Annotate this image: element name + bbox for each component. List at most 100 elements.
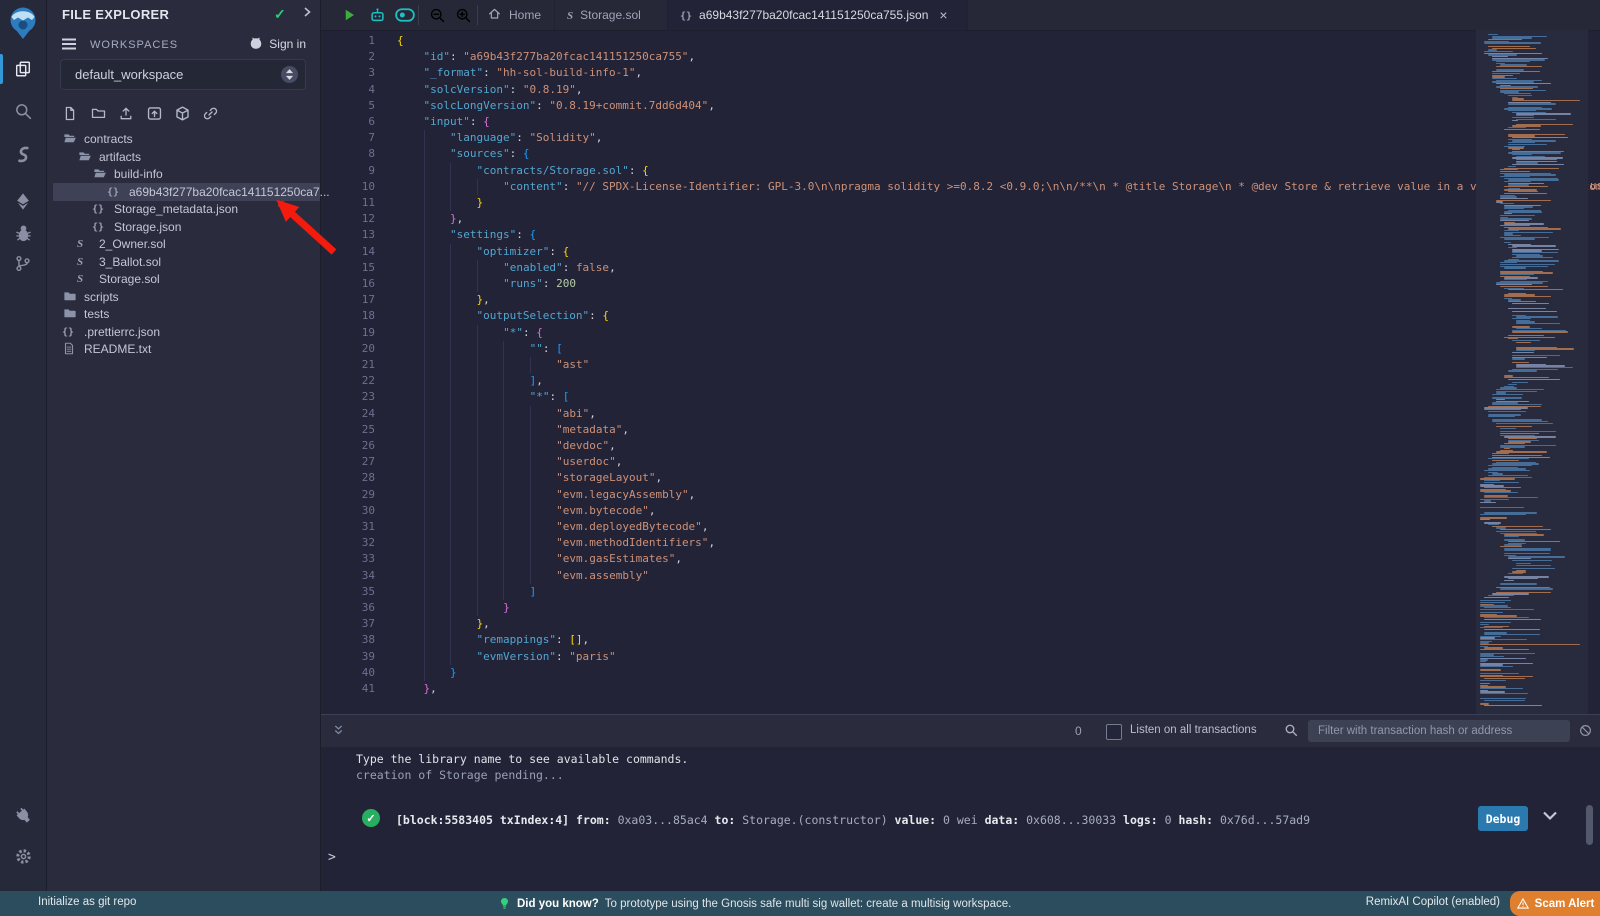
search-icon[interactable] bbox=[0, 94, 46, 128]
code-line[interactable]: "evm.legacyAssembly", bbox=[397, 487, 1597, 503]
tree-item[interactable]: build-info bbox=[46, 165, 320, 183]
code-line[interactable]: "sources": { bbox=[397, 146, 1597, 162]
tx-expand-chevron-icon[interactable] bbox=[1542, 810, 1558, 824]
code-line[interactable]: ], bbox=[397, 373, 1597, 389]
code-line[interactable]: }, bbox=[397, 292, 1597, 308]
tree-item[interactable]: SStorage.sol bbox=[46, 270, 320, 288]
upload-file-icon[interactable] bbox=[116, 103, 136, 123]
run-play-icon[interactable] bbox=[336, 0, 362, 30]
code-line[interactable]: "*": { bbox=[397, 325, 1597, 341]
code-line[interactable]: "contracts/Storage.sol": { bbox=[397, 163, 1597, 179]
tree-item[interactable]: {}.prettierrc.json bbox=[46, 323, 320, 341]
code-line[interactable]: "input": { bbox=[397, 114, 1597, 130]
git-init-status[interactable]: Initialize as git repo bbox=[38, 896, 136, 908]
hamburger-menu-icon[interactable] bbox=[61, 37, 77, 56]
transaction-filter-input[interactable] bbox=[1308, 720, 1570, 742]
code-line[interactable]: "evm.assembly" bbox=[397, 568, 1597, 584]
code-line[interactable]: "evm.gasEstimates", bbox=[397, 551, 1597, 567]
tree-item[interactable]: S2_Owner.sol bbox=[46, 235, 320, 253]
clear-console-icon[interactable] bbox=[1578, 723, 1593, 743]
tab-home[interactable]: Home bbox=[475, 0, 555, 30]
plugin-manager-icon[interactable] bbox=[0, 798, 46, 832]
code-line[interactable]: "runs": 200 bbox=[397, 276, 1597, 292]
line-number: 36 bbox=[320, 600, 375, 616]
ai-toggle-icon[interactable] bbox=[392, 0, 418, 30]
code-line[interactable]: "solcVersion": "0.8.19", bbox=[397, 82, 1597, 98]
code-line[interactable]: "ast" bbox=[397, 357, 1597, 373]
code-line[interactable]: "settings": { bbox=[397, 227, 1597, 243]
zoom-in-icon[interactable] bbox=[450, 0, 476, 30]
debug-button[interactable]: Debug bbox=[1478, 806, 1528, 831]
ai-robot-icon[interactable] bbox=[364, 0, 390, 30]
terminal-prompt[interactable]: > bbox=[328, 850, 336, 865]
code-line[interactable]: "evm.methodIdentifiers", bbox=[397, 535, 1597, 551]
new-file-icon[interactable] bbox=[60, 103, 80, 123]
code-line[interactable]: "evm.deployedBytecode", bbox=[397, 519, 1597, 535]
code-line[interactable]: "enabled": false, bbox=[397, 260, 1597, 276]
code-line[interactable]: "userdoc", bbox=[397, 454, 1597, 470]
code-line[interactable]: "_format": "hh-sol-build-info-1", bbox=[397, 65, 1597, 81]
code-line[interactable]: "": [ bbox=[397, 341, 1597, 357]
upload-folder-icon[interactable] bbox=[144, 103, 164, 123]
tree-item[interactable]: {}Storage.json bbox=[46, 218, 320, 236]
code-line[interactable]: { bbox=[397, 33, 1597, 49]
debugger-icon[interactable] bbox=[0, 216, 46, 250]
code-line[interactable]: "remappings": [], bbox=[397, 632, 1597, 648]
code-line[interactable]: } bbox=[397, 665, 1597, 681]
settings-icon[interactable] bbox=[0, 839, 46, 873]
remix-logo-icon[interactable] bbox=[0, 6, 46, 40]
file-explorer-icon[interactable] bbox=[0, 52, 46, 86]
code-line[interactable]: }, bbox=[397, 681, 1597, 697]
close-icon[interactable]: × bbox=[939, 7, 947, 23]
code-line[interactable]: "optimizer": { bbox=[397, 244, 1597, 260]
tree-item[interactable]: {}Storage_metadata.json bbox=[46, 200, 320, 218]
code-line[interactable]: "storageLayout", bbox=[397, 470, 1597, 486]
deploy-run-icon[interactable] bbox=[0, 184, 46, 218]
code-line[interactable]: }, bbox=[397, 211, 1597, 227]
import-link-icon[interactable] bbox=[200, 103, 220, 123]
terminal-collapse-icon[interactable] bbox=[332, 723, 345, 743]
chevron-right-icon[interactable] bbox=[301, 5, 313, 23]
code-line[interactable]: } bbox=[397, 600, 1597, 616]
terminal[interactable]: Type the library name to see available c… bbox=[320, 747, 1600, 891]
workspace-selected-value: default_workspace bbox=[75, 67, 183, 82]
load-cube-icon[interactable] bbox=[172, 103, 192, 123]
tab-storage-sol[interactable]: SStorage.sol bbox=[555, 0, 668, 30]
transaction-summary[interactable]: [block:5583405 txIndex:4] from: 0xa03...… bbox=[396, 813, 1310, 827]
code-line[interactable]: "language": "Solidity", bbox=[397, 130, 1597, 146]
code-line[interactable]: "id": "a69b43f277ba20fcac141151250ca755"… bbox=[397, 49, 1597, 65]
tree-item[interactable]: {}a69b43f277ba20fcac141151250ca7... bbox=[53, 183, 320, 201]
tab-a69b43f277ba20fcac141151250ca755-json[interactable]: {}a69b43f277ba20fcac141151250ca755.json× bbox=[668, 0, 968, 30]
tree-item[interactable]: tests bbox=[46, 305, 320, 323]
workspace-select[interactable]: default_workspace bbox=[60, 59, 306, 90]
minimap[interactable] bbox=[1476, 30, 1588, 714]
git-icon[interactable] bbox=[0, 246, 46, 280]
code-line[interactable]: "outputSelection": { bbox=[397, 308, 1597, 324]
tree-item[interactable]: scripts bbox=[46, 288, 320, 306]
code-line[interactable]: "evm.bytecode", bbox=[397, 503, 1597, 519]
code-line[interactable]: "devdoc", bbox=[397, 438, 1597, 454]
code-line[interactable]: "solcLongVersion": "0.8.19+commit.7dd6d4… bbox=[397, 98, 1597, 114]
minimap-line bbox=[1516, 565, 1551, 566]
code-line[interactable]: }, bbox=[397, 616, 1597, 632]
code-line[interactable]: ] bbox=[397, 584, 1597, 600]
tree-item[interactable]: artifacts bbox=[46, 148, 320, 166]
zoom-out-icon[interactable] bbox=[424, 0, 450, 30]
code-line[interactable]: } bbox=[397, 195, 1597, 211]
listen-checkbox[interactable] bbox=[1106, 724, 1122, 740]
code-line[interactable]: "*": [ bbox=[397, 389, 1597, 405]
code-editor[interactable]: 1234567891011121314151617181920212223242… bbox=[320, 30, 1600, 714]
terminal-scrollbar[interactable] bbox=[1586, 805, 1593, 845]
code-line[interactable]: "metadata", bbox=[397, 422, 1597, 438]
tree-item[interactable]: S3_Ballot.sol bbox=[46, 253, 320, 271]
scam-alert-button[interactable]: Scam Alert bbox=[1510, 891, 1600, 916]
solidity-compiler-icon[interactable] bbox=[0, 137, 46, 171]
tree-item[interactable]: contracts bbox=[46, 130, 320, 148]
new-folder-icon[interactable] bbox=[88, 103, 108, 123]
tree-item[interactable]: README.txt bbox=[46, 340, 320, 358]
code-line[interactable]: "evmVersion": "paris" bbox=[397, 649, 1597, 665]
code-line[interactable]: "content": "// SPDX-License-Identifier: … bbox=[397, 179, 1597, 195]
copilot-status[interactable]: RemixAI Copilot (enabled) bbox=[1366, 896, 1500, 908]
sign-in-button[interactable]: Sign in bbox=[248, 36, 306, 51]
code-line[interactable]: "abi", bbox=[397, 406, 1597, 422]
